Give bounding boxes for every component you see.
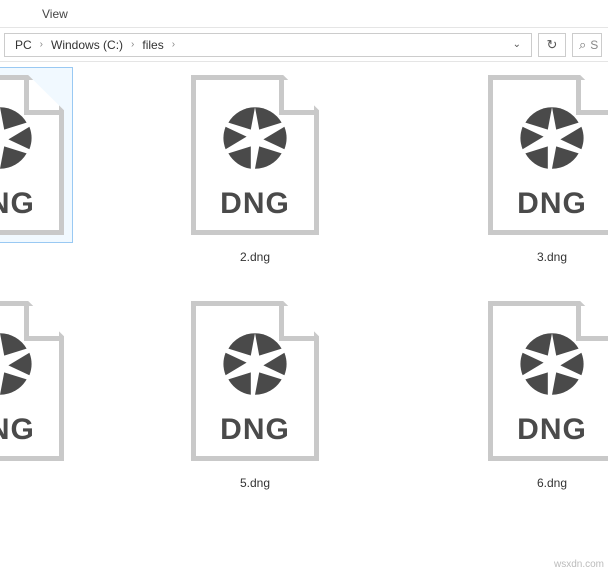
search-placeholder: S [590,38,598,52]
file-icon-wrap: DNG [480,294,608,468]
file-icon-wrap: DNG [0,68,72,242]
menu-bar: View [0,0,608,28]
aperture-icon [220,103,290,173]
breadcrumb[interactable]: PC › Windows (C:) › files › ⌄ [4,33,532,57]
file-icon-wrap: DNG [480,68,608,242]
chevron-down-icon[interactable]: ⌄ [509,39,525,50]
chevron-right-icon: › [170,39,177,50]
file-item[interactable]: DNG 3.dng [480,68,608,264]
aperture-icon [0,329,35,399]
breadcrumb-pc[interactable]: PC [11,38,36,52]
file-label: 2.dng [240,250,270,264]
file-label: 5.dng [240,476,270,490]
dng-file-icon: DNG [488,75,608,235]
file-label: 6.dng [537,476,567,490]
file-ext-label: DNG [191,187,319,221]
file-icon-wrap: DNG [183,294,327,468]
file-item[interactable]: DNG [0,68,72,250]
file-ext-label: DNG [488,413,608,447]
dng-file-icon: DNG [191,75,319,235]
file-item[interactable]: DNG 2.dng [183,68,327,264]
breadcrumb-drive[interactable]: Windows (C:) [47,38,127,52]
file-icon-wrap: DNG [183,68,327,242]
aperture-icon [517,329,587,399]
refresh-button[interactable]: ↻ [538,33,566,57]
dng-file-icon: DNG [191,301,319,461]
aperture-icon [517,103,587,173]
file-ext-label: DNG [191,413,319,447]
search-icon: ⌕ [579,37,586,53]
file-icon-wrap: DNG [0,294,72,468]
search-input[interactable]: ⌕ S [572,33,602,57]
breadcrumb-folder[interactable]: files [138,38,167,52]
chevron-right-icon: › [129,39,136,50]
file-ext-label: DNG [0,187,64,221]
file-ext-label: DNG [0,413,64,447]
refresh-icon: ↻ [547,37,558,53]
watermark: wsxdn.com [554,559,604,570]
file-label: 3.dng [537,250,567,264]
file-list: DNG DNG 2.dng DNG 3.dng [0,62,608,572]
dng-file-icon: DNG [0,75,64,235]
file-item[interactable]: DNG 5.dng [183,294,327,490]
menu-view[interactable]: View [32,3,78,25]
address-bar: PC › Windows (C:) › files › ⌄ ↻ ⌕ S [0,28,608,62]
file-ext-label: DNG [488,187,608,221]
file-item[interactable]: DNG [0,294,72,476]
aperture-icon [220,329,290,399]
dng-file-icon: DNG [0,301,64,461]
chevron-right-icon: › [38,39,45,50]
file-item[interactable]: DNG 6.dng [480,294,608,490]
dng-file-icon: DNG [488,301,608,461]
aperture-icon [0,103,35,173]
